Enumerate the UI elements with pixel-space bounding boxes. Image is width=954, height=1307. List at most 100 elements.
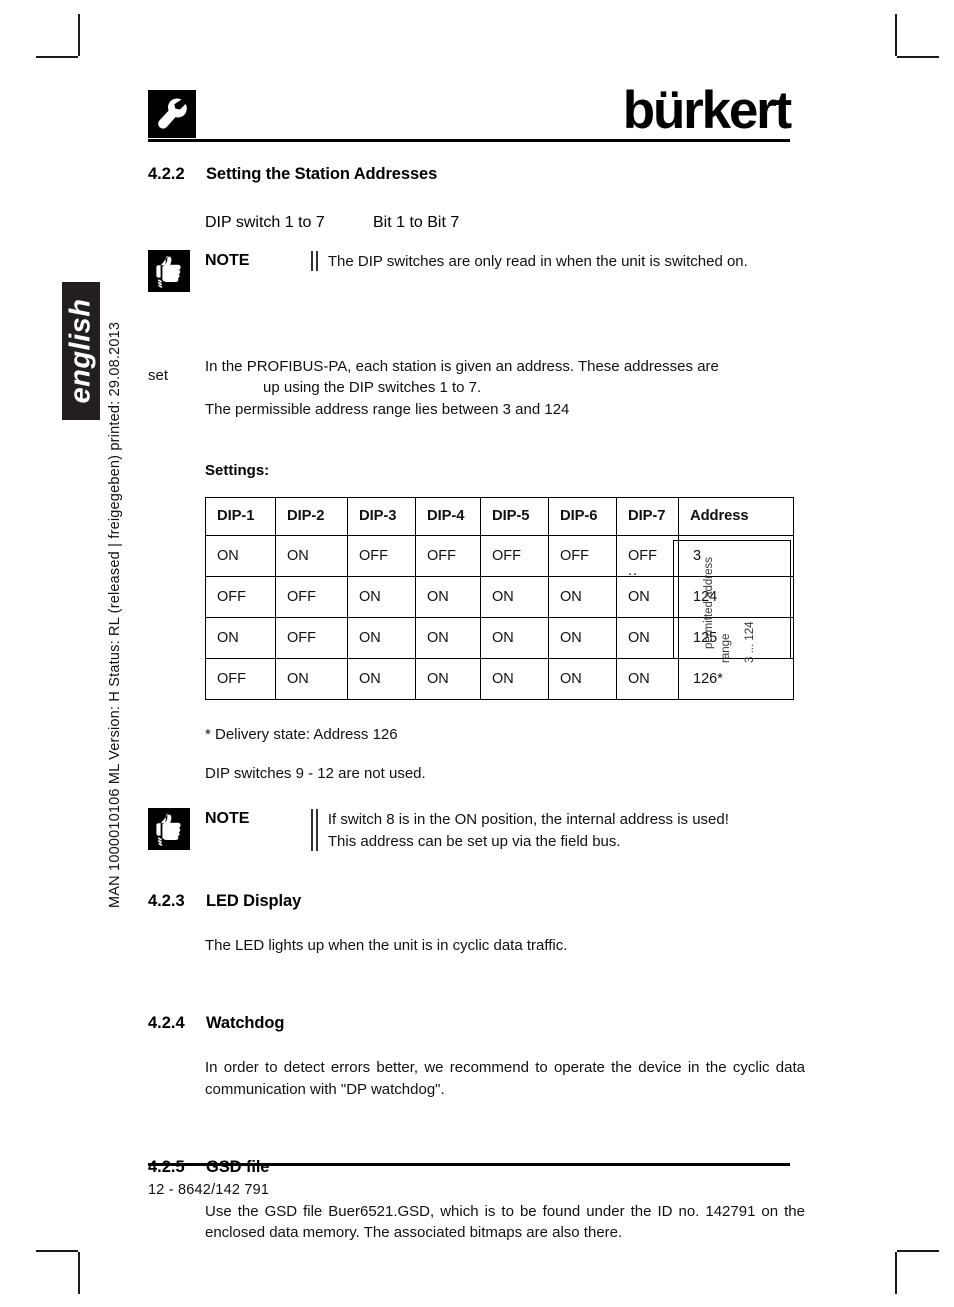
crop-mark-top-right-vertical [895,14,897,56]
cell-r1-dip7: .. ON [616,564,679,618]
cell-r2-dip5: ON [480,616,549,659]
header-divider [148,139,790,143]
cell-r1-address: 124 [678,575,794,618]
heading-title: GSD file [206,1157,270,1176]
crop-mark-bottom-right-horizontal [897,1250,939,1252]
cell-r3-dip2: ON [275,657,348,700]
table-row: ON ON OFF OFF OFF OFF OFF 3 [205,534,794,577]
heading-number: 4.2.2 [148,165,185,183]
note-label: NOTE [205,810,250,828]
language-tab-label: english [64,298,97,404]
page-footer-text: 12 - 8642/142 791 [148,1182,270,1198]
note-accent-bars [311,808,318,852]
watchdog-body-wrap: In order to detect errors better, we rec… [205,1057,805,1100]
address-explanation-line2: up using the DIP switches 1 to 7. [263,379,482,397]
cell-r2-dip7: ON [616,616,679,659]
brand-wordmark: bürkert [622,81,792,140]
cell-r3-dip6: ON [548,657,617,700]
unused-switches-note: DIP switches 9 - 12 are not used. [205,765,426,783]
led-display-body: The LED lights up when the unit is in cy… [205,937,568,955]
heading-led-display: 4.2.3 LED Display [148,892,790,911]
column-header-dip5: DIP-5 [480,496,549,536]
note-text-line2: This address can be set up via the field… [327,832,621,850]
cell-r1-dip5: ON [480,575,549,618]
column-header-dip6: DIP-6 [548,496,617,536]
continuation-marker: .. [628,562,639,579]
cell-r0-address: 3 [678,534,794,577]
cell-r0-dip4: OFF [415,534,481,577]
cell-r1-dip7-value: ON [628,588,650,605]
cell-r1-dip6: ON [548,575,617,618]
address-explanation-line1: In the PROFIBUS-PA, each station is give… [205,358,719,375]
brand-logo: bürkert [622,81,792,140]
cell-r1-dip1: OFF [205,575,276,618]
heading-gsd-file: 4.2.5 GSD file [148,1158,790,1177]
crop-mark-bottom-right-vertical [895,1252,897,1294]
cell-r3-dip4: ON [415,657,481,700]
crop-mark-top-right-horizontal [897,56,939,58]
crop-mark-top-left-horizontal [36,56,78,58]
note-text-line1: If switch 8 is in the ON position, the i… [327,811,729,829]
heading-title: LED Display [206,892,302,911]
table-row: ON OFF ON ON ON ON ON 125 [205,616,794,659]
cell-r3-dip7: ON [616,657,679,700]
cell-r0-dip5: OFF [480,534,549,577]
note-text: The DIP switches are only read in when t… [327,253,748,270]
note-block-internal-address: NOTE If switch 8 is in the ON position, … [139,808,790,852]
cell-r0-dip1: ON [205,534,276,577]
note-block-dip-read: NOTE The DIP switches are only read in w… [139,250,790,292]
note-label: NOTE [205,252,250,269]
thumbs-up-icon [148,808,190,851]
cell-r0-dip7: OFF [616,534,679,577]
delivery-state-footnote: * Delivery state: Address 126 [205,725,398,743]
cell-r0-dip2: ON [275,534,348,577]
cell-r3-dip1: OFF [205,657,276,700]
table-row: OFF OFF ON ON ON ON .. ON 124 [205,564,794,618]
heading-title: Setting the Station Addresses [206,165,438,183]
gsd-file-body-wrap: Use the GSD file Buer6521.GSD, which is … [205,1201,805,1244]
heading-number: 4.2.5 [148,1157,185,1176]
thumbs-up-icon [148,250,190,292]
heading-station-addresses: 4.2.2 Setting the Station Addresses [148,165,790,184]
document-page: english MAN 1000010106 ML Version: H Sta… [0,0,954,1307]
cell-r2-dip1: ON [205,616,276,659]
note-accent-bars [311,250,318,271]
heading-title: Watchdog [206,1014,285,1033]
cell-r1-dip3: ON [347,575,416,618]
column-header-address: Address [678,496,794,536]
gsd-file-body: Use the GSD file Buer6521.GSD, which is … [205,1202,805,1242]
cell-r3-dip3: ON [347,657,416,700]
cell-r3-address: 126* [678,657,794,700]
bit-range-label: Bit 1 to Bit 7 [373,214,460,231]
column-header-dip2: DIP-2 [275,496,348,536]
heading-number: 4.2.3 [148,892,185,911]
dip-settings-table: DIP-1 DIP-2 DIP-3 DIP-4 DIP-5 DIP-6 DIP-… [205,496,794,700]
crop-mark-bottom-left-horizontal [36,1250,78,1252]
wrench-icon [148,90,196,138]
led-display-body-wrap: The LED lights up when the unit is in cy… [205,935,790,956]
cell-r2-dip4: ON [415,616,481,659]
language-tab: english [62,282,100,420]
cell-r2-dip2: OFF [275,616,348,659]
column-header-dip1: DIP-1 [205,496,276,536]
address-explanation: In the PROFIBUS-PA, each station is give… [205,356,790,420]
dip-settings-table-wrapper: DIP-1 DIP-2 DIP-3 DIP-4 DIP-5 DIP-6 DIP-… [148,496,794,700]
column-header-dip7: DIP-7 [616,496,679,536]
address-explanation-line3: The permissible address range lies betwe… [205,400,570,418]
cell-r0-dip6: OFF [548,534,617,577]
dip-bit-mapping: DIP switch 1 to 7 Bit 1 to Bit 7 [205,214,790,232]
stray-text-set: set [148,367,169,384]
column-header-dip4: DIP-4 [415,496,481,536]
note-text-group: If switch 8 is in the ON position, the i… [328,808,729,852]
page-content: 4.2.2 Setting the Station Addresses DIP … [148,165,805,1244]
heading-watchdog: 4.2.4 Watchdog [148,1014,790,1033]
table-header-row: DIP-1 DIP-2 DIP-3 DIP-4 DIP-5 DIP-6 DIP-… [205,496,794,536]
settings-label: Settings: [205,461,270,479]
heading-number: 4.2.4 [148,1014,185,1033]
cell-r1-dip2: OFF [275,575,348,618]
cell-r2-address: 125 [678,616,794,659]
table-row: OFF ON ON ON ON ON ON 126* [205,657,794,700]
crop-mark-top-left-vertical [78,14,80,56]
footer-divider [148,1163,790,1167]
column-header-dip3: DIP-3 [347,496,416,536]
